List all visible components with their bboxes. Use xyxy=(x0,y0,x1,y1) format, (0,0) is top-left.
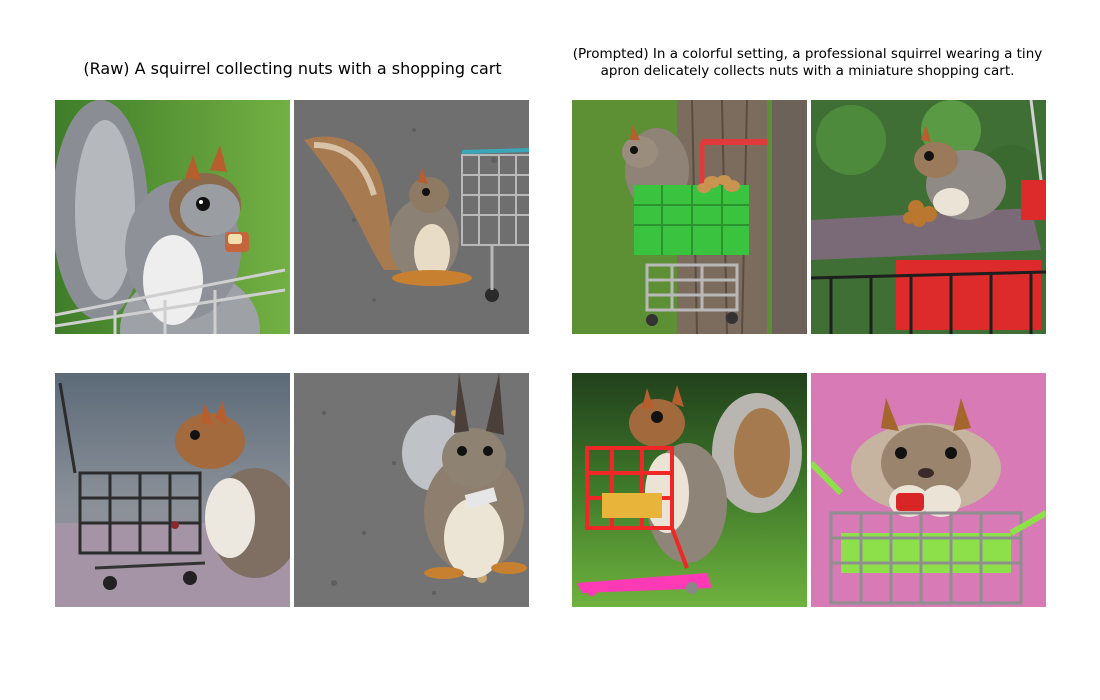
prompted-image-3 xyxy=(572,373,807,607)
raw-image-1 xyxy=(55,100,290,334)
prompted-image-4 xyxy=(811,373,1046,607)
raw-image-3 xyxy=(55,373,290,607)
prompted-image-2 xyxy=(811,100,1046,334)
prompted-image-1 xyxy=(572,100,807,334)
raw-image-2 xyxy=(294,100,529,334)
raw-panel-title: (Raw) A squirrel collecting nuts with a … xyxy=(83,59,502,78)
prompted-panel-title: (Prompted) In a colorful setting, a prof… xyxy=(572,46,1043,79)
raw-image-4 xyxy=(294,373,529,607)
